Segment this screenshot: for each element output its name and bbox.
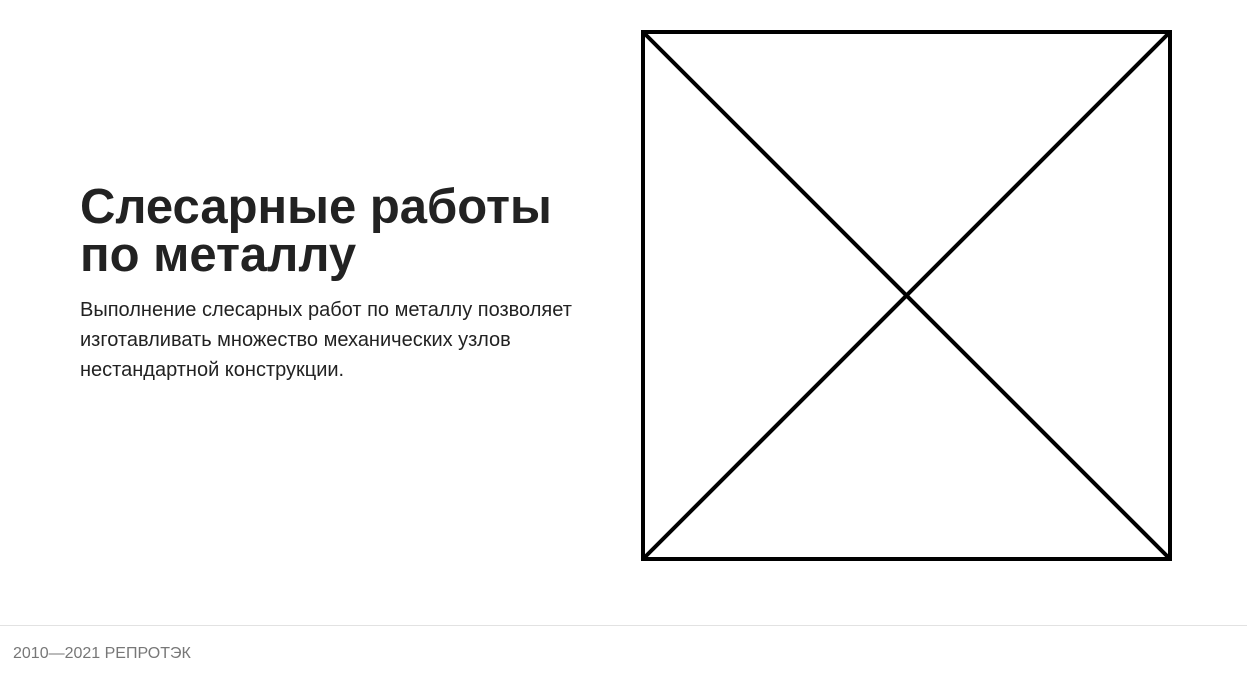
image-placeholder [641, 30, 1172, 561]
hero-section: Слесарные работы по металлу Выполнение сл… [80, 183, 590, 385]
copyright-text: 2010—2021 РЕПРОТЭК [13, 645, 191, 662]
page-title: Слесарные работы по металлу [80, 180, 590, 282]
page-title-line-2: по металлу [80, 228, 357, 282]
page: Слесарные работы по металлу Выполнение сл… [0, 0, 1247, 677]
image-placeholder-icon [641, 30, 1172, 561]
page-title-line-1: Слесарные работы [80, 180, 552, 234]
hero-description: Выполнение слесарных работ по металлу по… [80, 299, 572, 381]
footer: 2010—2021 РЕПРОТЭК [0, 625, 1247, 677]
